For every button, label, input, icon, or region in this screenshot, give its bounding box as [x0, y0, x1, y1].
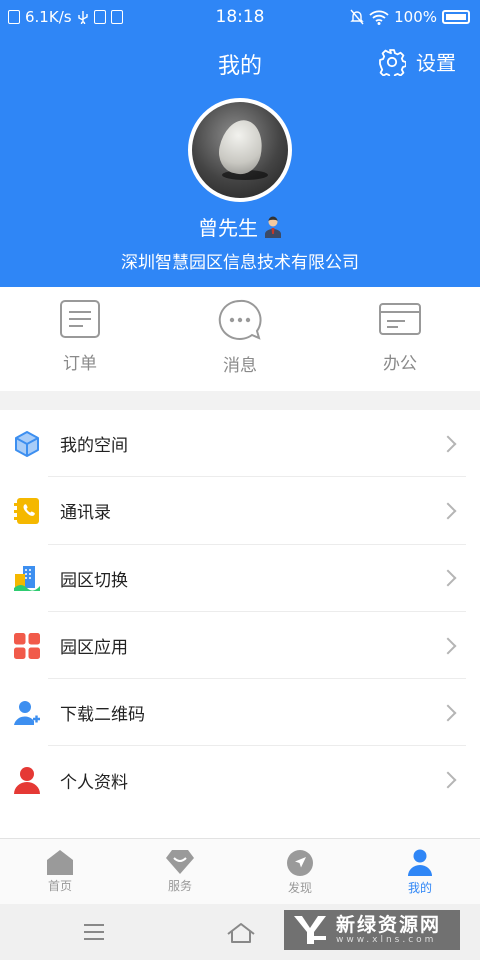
- quick-action-orders[interactable]: 订单: [0, 287, 160, 391]
- battery-percent: 100%: [394, 8, 437, 26]
- quick-actions: 订单 消息 办公: [0, 287, 480, 391]
- quick-action-label: 订单: [63, 354, 97, 374]
- message-bubble-icon: [218, 299, 262, 340]
- tab-label: 发现: [287, 881, 312, 895]
- status-bar: 6.1K/s 18:18 100%: [0, 0, 480, 34]
- quick-action-office[interactable]: 办公: [320, 287, 480, 391]
- watermark-title: 新绿资源网: [336, 914, 442, 936]
- chevron-right-icon: [439, 637, 457, 655]
- notification-icon: [8, 10, 20, 24]
- contacts-phone-icon: [14, 497, 39, 524]
- quick-action-label: 消息: [223, 356, 257, 376]
- menu-item-contacts[interactable]: 通讯录: [0, 477, 480, 545]
- home-icon: [47, 850, 73, 875]
- tab-label: 服务: [167, 879, 192, 893]
- user-add-icon: [14, 700, 40, 725]
- user-name-row: 曾先生: [0, 212, 480, 241]
- order-list-icon: [60, 300, 100, 338]
- watermark-url: www.xlns.com: [336, 935, 437, 945]
- service-icon: [166, 850, 194, 874]
- company-name: 深圳智慧园区信息技术有限公司: [121, 253, 359, 273]
- wifi-icon: [369, 10, 389, 25]
- tab-label: 首页: [47, 879, 72, 893]
- chevron-right-icon: [439, 771, 457, 789]
- chevron-right-icon: [439, 704, 457, 722]
- avatar[interactable]: [188, 98, 292, 202]
- menu-item-my-space[interactable]: 我的空间: [0, 410, 480, 478]
- profile-header: 6.1K/s 18:18 100% 我的 设置 曾先生 深圳智慧园区信息技术有限…: [0, 0, 480, 287]
- nav-menu-button[interactable]: [84, 924, 104, 940]
- businessman-icon: [265, 216, 281, 238]
- net-speed: 6.1K/s: [25, 8, 72, 26]
- menu-item-label: 个人资料: [60, 772, 128, 793]
- menu-list: 我的空间 通讯录 园区切换 园区应用 下载二维码 个人资料: [0, 410, 480, 838]
- menu-item-park-switch[interactable]: 园区切换: [0, 545, 480, 613]
- app-grid-icon: [14, 632, 40, 659]
- cube-icon: [15, 430, 39, 457]
- tab-service[interactable]: 服务: [120, 839, 240, 904]
- menu-item-download-qr[interactable]: 下载二维码: [0, 679, 480, 747]
- user-icon: [408, 849, 432, 876]
- bottom-tab-bar: 首页 服务 发现 我的: [0, 838, 480, 904]
- menu-item-park-apps[interactable]: 园区应用: [0, 612, 480, 680]
- chevron-right-icon: [439, 435, 457, 453]
- gear-icon: [379, 48, 406, 76]
- settings-button[interactable]: 设置: [378, 47, 456, 76]
- tab-me[interactable]: 我的: [360, 839, 480, 904]
- quick-action-messages[interactable]: 消息: [160, 287, 320, 391]
- usb-icon: [77, 11, 88, 24]
- office-card-icon: [379, 303, 421, 335]
- person-icon: [14, 767, 40, 795]
- menu-item-label: 我的空间: [60, 436, 128, 457]
- user-name: 曾先生: [198, 216, 258, 240]
- tab-label: 我的: [407, 881, 432, 895]
- debug-icon: [93, 10, 106, 24]
- tab-home[interactable]: 首页: [0, 839, 120, 904]
- menu-item-label: 园区应用: [60, 638, 128, 659]
- park-switch-icon: [14, 566, 40, 592]
- battery-icon: [442, 10, 470, 24]
- menu-item-label: 通讯录: [60, 503, 111, 524]
- chevron-right-icon: [439, 502, 457, 520]
- menu-item-profile[interactable]: 个人资料: [0, 746, 480, 813]
- quick-action-label: 办公: [383, 354, 417, 374]
- mute-icon: [350, 9, 364, 25]
- menu-item-label: 下载二维码: [60, 705, 145, 726]
- settings-label: 设置: [416, 51, 456, 75]
- watermark-logo-icon: [294, 916, 326, 944]
- nav-home-icon[interactable]: [226, 922, 256, 944]
- watermark: 新绿资源网 www.xlns.com: [284, 910, 460, 950]
- chevron-right-icon: [439, 569, 457, 587]
- menu-item-label: 园区切换: [60, 570, 128, 591]
- tab-discover[interactable]: 发现: [240, 839, 360, 904]
- compass-icon: [287, 850, 313, 876]
- task-icon: [110, 10, 123, 24]
